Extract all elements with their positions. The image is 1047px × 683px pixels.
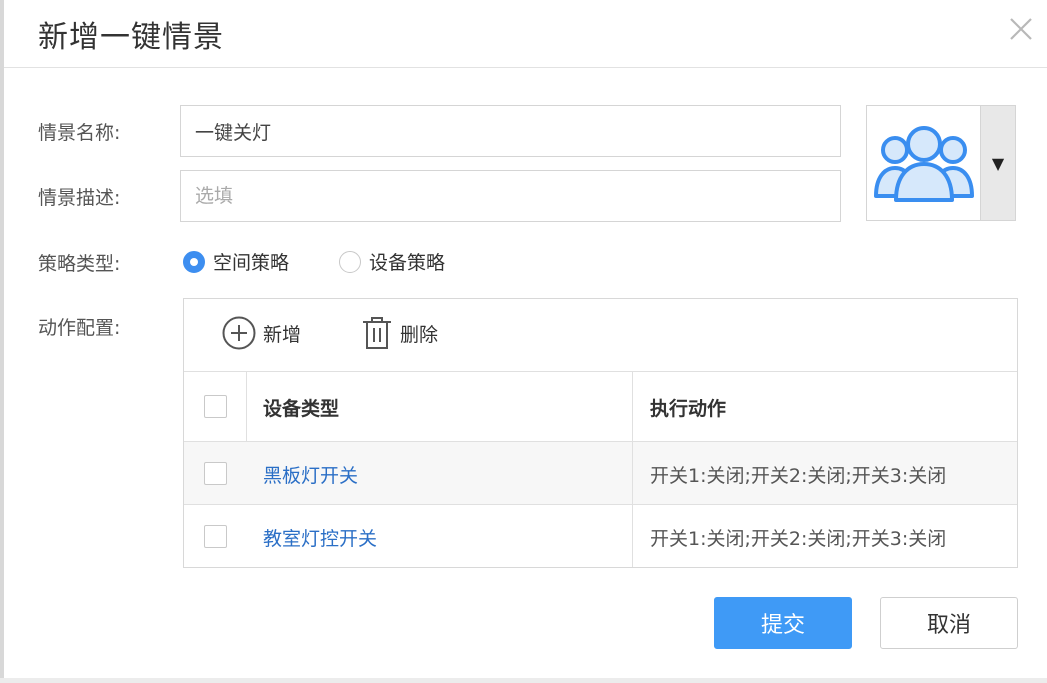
radio-space-strategy[interactable]: 空间策略 [183, 248, 289, 275]
avatar-preview [867, 106, 980, 220]
scene-desc-label: 情景描述: [38, 187, 121, 209]
dialog-header: 新增一键情景 [4, 0, 1047, 68]
table-row: 教室灯控开关 开关1:关闭;开关2:关闭;开关3:关闭 [184, 504, 1017, 567]
radio-button[interactable] [339, 250, 361, 273]
column-divider [632, 372, 633, 441]
dialog-title: 新增一键情景 [38, 20, 224, 55]
radio-device-strategy[interactable]: 设备策略 [339, 248, 445, 275]
users-group-icon [873, 126, 974, 202]
caret-down-icon: ▼ [991, 153, 1005, 173]
action-table: 设备类型 执行动作 黑板灯开关 开关1:关闭;开关2:关闭;开关3:关闭 教室灯… [184, 371, 1017, 567]
radio-label: 设备策略 [369, 252, 446, 274]
select-all-checkbox[interactable] [204, 395, 227, 418]
table-header-row: 设备类型 执行动作 [184, 371, 1017, 441]
action-config-label: 动作配置: [38, 317, 121, 339]
submit-button[interactable]: 提交 [714, 597, 852, 649]
column-divider [632, 442, 633, 504]
close-icon[interactable] [1004, 12, 1038, 46]
avatar-dropdown-toggle[interactable]: ▼ [980, 106, 1015, 220]
column-header-device-type: 设备类型 [263, 398, 340, 420]
scene-name-input[interactable] [180, 105, 841, 157]
strategy-type-label: 策略类型: [38, 253, 121, 275]
add-circle-icon [222, 316, 256, 350]
table-row: 黑板灯开关 开关1:关闭;开关2:关闭;开关3:关闭 [184, 441, 1017, 504]
scene-desc-input[interactable] [180, 170, 841, 222]
column-header-action: 执行动作 [650, 398, 727, 420]
avatar-picker[interactable]: ▼ [866, 105, 1016, 221]
scene-name-label: 情景名称: [38, 122, 121, 144]
delete-action-button[interactable]: 删除 [360, 315, 438, 351]
column-divider [246, 372, 247, 441]
device-type-link[interactable]: 教室灯控开关 [263, 524, 377, 551]
add-action-button[interactable]: 新增 [221, 315, 301, 351]
row-checkbox[interactable] [204, 525, 227, 548]
action-text: 开关1:关闭;开关2:关闭;开关3:关闭 [650, 465, 947, 487]
cancel-button[interactable]: 取消 [880, 597, 1018, 649]
column-divider [632, 505, 633, 567]
radio-label: 空间策略 [213, 252, 290, 274]
row-checkbox[interactable] [204, 462, 227, 485]
delete-action-label: 删除 [400, 323, 439, 346]
radio-button-checked[interactable] [183, 250, 205, 273]
new-scene-dialog: 新增一键情景 情景名称: 情景描述: ▼ [0, 0, 1047, 678]
action-text: 开关1:关闭;开关2:关闭;开关3:关闭 [650, 528, 947, 550]
add-action-label: 新增 [263, 323, 302, 346]
action-config-panel: 新增 删除 设备类型 执行动作 黑板灯开关 开关1:关闭;开关2:关闭;开关3:… [183, 298, 1018, 568]
device-type-link[interactable]: 黑板灯开关 [263, 461, 358, 488]
trash-icon [363, 317, 391, 349]
